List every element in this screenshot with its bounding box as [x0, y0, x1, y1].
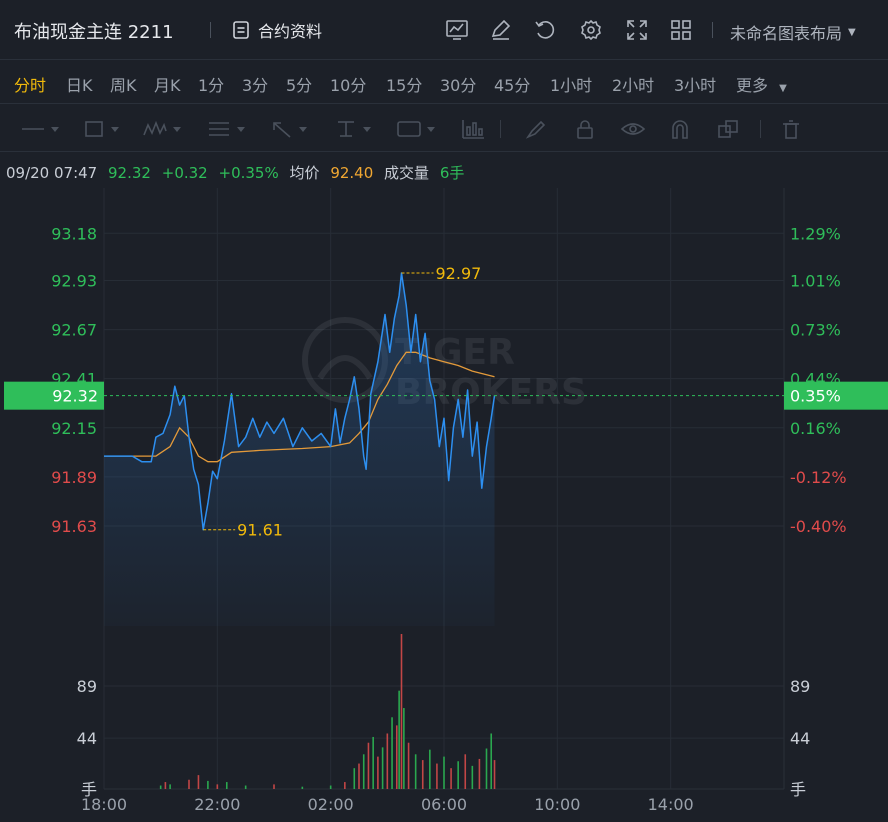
gear-icon[interactable]: [578, 16, 604, 44]
x-tick-label: 06:00: [421, 795, 467, 814]
y-tick-label-left: 91.89: [51, 468, 97, 487]
y-tick-label-right: 0.73%: [790, 321, 841, 340]
contract-info-label: 合约资料: [258, 22, 323, 41]
y-tick-label-left: 91.63: [51, 517, 97, 536]
eye-icon[interactable]: [620, 118, 646, 140]
label-tool-icon[interactable]: [396, 118, 435, 140]
tab-3hour[interactable]: 3小时: [674, 72, 716, 96]
tab-30min[interactable]: 30分: [440, 72, 476, 96]
tab-10min[interactable]: 10分: [330, 72, 366, 96]
volume-unit-right: 手: [790, 780, 806, 799]
tab-5min[interactable]: 5分: [286, 72, 312, 96]
layout-dropdown[interactable]: 未命名图表布局 ▼: [730, 20, 856, 44]
text-tool-icon[interactable]: [206, 118, 245, 140]
arrow-tool-icon[interactable]: [270, 118, 307, 140]
refresh-icon[interactable]: [532, 16, 558, 44]
y-tick-label-right: 1.29%: [790, 224, 841, 243]
indicator-tool-icon[interactable]: [460, 118, 486, 140]
quote-change-pct: +0.35%: [218, 164, 279, 182]
volume-tick-label-left: 89: [77, 677, 97, 696]
high-label: 92.97: [436, 264, 482, 283]
watermark-logo: TIGER BROKERS: [302, 317, 587, 413]
y-tick-label-right: 0.16%: [790, 419, 841, 438]
y-tick-label-right: -0.40%: [790, 517, 847, 536]
chevron-down-icon: ▼: [848, 26, 856, 38]
current-price-label: 92.32: [52, 387, 98, 406]
tab-2hour[interactable]: 2小时: [612, 72, 654, 96]
y-tick-label-left: 92.93: [51, 272, 97, 291]
tab-1min[interactable]: 1分: [198, 72, 224, 96]
volume-tick-label-left: 44: [77, 729, 97, 748]
intraday-chart[interactable]: TIGER BROKERS 93.1892.9392.6792.4192.159…: [0, 188, 888, 822]
x-tick-label: 02:00: [308, 795, 354, 814]
y-tick-label-right: 1.01%: [790, 272, 841, 291]
tab-fenshi[interactable]: 分时: [14, 72, 46, 96]
quote-change: +0.32: [161, 164, 208, 182]
brush-icon[interactable]: [524, 118, 546, 140]
line-tool-icon[interactable]: [20, 118, 59, 140]
low-label: 91.61: [237, 521, 283, 540]
quote-datetime: 09/20 07:47: [6, 164, 98, 182]
divider: [500, 120, 501, 138]
tab-daily-k[interactable]: 日K: [66, 72, 93, 96]
drawing-toolbar: [0, 104, 888, 152]
current-price-pct-label: 0.35%: [790, 387, 841, 406]
volume-value: 6手: [439, 164, 465, 182]
more-periods-button[interactable]: 更多 ▼: [736, 72, 787, 96]
period-tabs: 分时 日K 周K 月K 1分 3分 5分 10分 15分 30分 45分 1小时…: [0, 60, 888, 104]
y-tick-label-right: -0.12%: [790, 468, 847, 487]
top-toolbar: 布油现金主连 2211 合约资料 未命名图表布局 ▼: [0, 0, 888, 60]
layout-name: 未命名图表布局: [730, 24, 843, 43]
x-tick-label: 18:00: [81, 795, 127, 814]
fullscreen-icon[interactable]: [624, 16, 650, 44]
x-tick-label: 14:00: [648, 795, 694, 814]
tab-45min[interactable]: 45分: [494, 72, 530, 96]
volume-label: 成交量: [384, 164, 430, 182]
quote-price: 92.32: [108, 164, 151, 182]
chart-settings-icon[interactable]: [444, 16, 470, 44]
avg-label: 均价: [289, 164, 320, 182]
clone-icon[interactable]: [716, 118, 740, 140]
tab-weekly-k[interactable]: 周K: [110, 72, 137, 96]
tab-1hour[interactable]: 1小时: [550, 72, 592, 96]
x-tick-label: 10:00: [534, 795, 580, 814]
tab-15min[interactable]: 15分: [386, 72, 422, 96]
trash-icon[interactable]: [780, 118, 802, 140]
y-tick-label-left: 93.18: [51, 224, 97, 243]
more-label: 更多: [736, 76, 769, 95]
lock-icon[interactable]: [574, 118, 596, 140]
quote-summary: 09/20 07:47 92.32 +0.32 +0.35% 均价 92.40 …: [6, 162, 470, 183]
tab-monthly-k[interactable]: 月K: [154, 72, 181, 96]
instrument-title[interactable]: 布油现金主连 2211: [14, 18, 174, 44]
divider: [760, 120, 761, 138]
avg-value: 92.40: [330, 164, 374, 182]
price-area: [104, 273, 495, 626]
rect-tool-icon[interactable]: [82, 118, 119, 140]
document-icon: [233, 21, 249, 39]
volume-tick-label-right: 89: [790, 677, 810, 696]
volume-tick-label-right: 44: [790, 729, 810, 748]
magnet-icon[interactable]: [668, 118, 692, 140]
divider: [712, 22, 713, 38]
y-tick-label-left: 92.15: [51, 419, 97, 438]
price-area-fill: [104, 273, 495, 626]
tab-3min[interactable]: 3分: [242, 72, 268, 96]
x-tick-label: 22:00: [194, 795, 240, 814]
contract-info-button[interactable]: 合约资料: [232, 16, 322, 44]
edit-icon[interactable]: [488, 16, 514, 44]
y-tick-label-left: 92.67: [51, 321, 97, 340]
grid-layout-icon[interactable]: [668, 16, 694, 44]
chevron-down-icon: ▼: [779, 83, 787, 94]
measure-tool-icon[interactable]: [334, 118, 371, 140]
divider: [210, 22, 211, 38]
wave-tool-icon[interactable]: [142, 118, 181, 140]
